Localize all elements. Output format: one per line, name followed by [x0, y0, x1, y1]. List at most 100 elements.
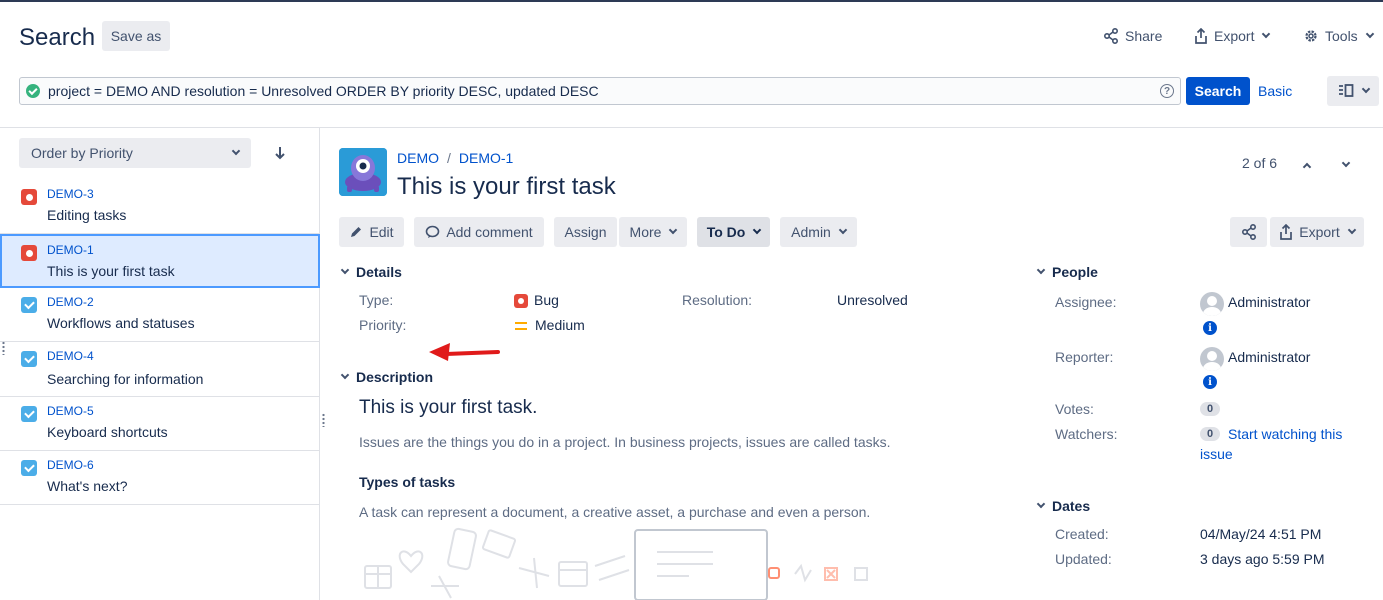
task-icon	[21, 460, 37, 476]
top-border	[0, 0, 1383, 2]
admin-label: Admin	[791, 224, 831, 240]
jql-query-text: project = DEMO AND resolution = Unresolv…	[48, 83, 599, 99]
assignee-value[interactable]: Administrator	[1228, 294, 1310, 310]
watchers-count-badge[interactable]: 0	[1200, 427, 1221, 441]
breadcrumb-issue-key[interactable]: DEMO-1	[459, 150, 513, 166]
start-watching-link-continued[interactable]: issue	[1200, 446, 1233, 462]
panel-resize-handle[interactable]	[322, 413, 325, 427]
type-value: Bug	[514, 292, 559, 309]
created-label: Created:	[1055, 526, 1109, 542]
task-icon	[21, 406, 37, 422]
jql-search-input[interactable]: project = DEMO AND resolution = Unresolv…	[19, 77, 1181, 105]
priority-text: Medium	[535, 317, 585, 333]
breadcrumb: DEMO / DEMO-1	[397, 150, 513, 166]
more-menu-button[interactable]: More	[619, 217, 687, 247]
project-avatar[interactable]	[339, 148, 387, 196]
export-icon	[1195, 28, 1207, 44]
info-icon[interactable]: i	[1203, 375, 1217, 389]
resolution-label: Resolution:	[682, 292, 753, 308]
chevron-down-icon	[1365, 29, 1374, 39]
admin-menu-button[interactable]: Admin	[780, 217, 857, 247]
order-by-select[interactable]: Order by Priority	[19, 138, 251, 168]
layout-switcher-button[interactable]	[1327, 76, 1379, 106]
issue-list-item[interactable]: DEMO-5 Keyboard shortcuts	[0, 397, 320, 451]
breadcrumb-project[interactable]: DEMO	[397, 150, 439, 166]
issue-key: DEMO-5	[47, 404, 94, 418]
details-heading: Details	[356, 264, 402, 280]
next-issue-button[interactable]	[1334, 155, 1354, 175]
start-watching-link[interactable]: Start watching this	[1228, 426, 1342, 442]
share-icon	[1241, 224, 1256, 240]
priority-value: Medium	[515, 317, 585, 333]
issue-key: DEMO-3	[47, 187, 94, 201]
assignee-label: Assignee:	[1055, 294, 1117, 310]
status-transition-button[interactable]: To Do	[697, 217, 770, 247]
issue-summary: Workflows and statuses	[47, 315, 195, 331]
save-as-button[interactable]: Save as	[102, 21, 170, 51]
issue-summary: What's next?	[47, 478, 128, 494]
issue-key: DEMO-1	[47, 243, 94, 257]
detail-view-icon	[1338, 84, 1353, 97]
chevron-down-icon	[1361, 84, 1370, 94]
votes-label: Votes:	[1055, 401, 1094, 417]
more-label: More	[629, 224, 662, 240]
basic-mode-link[interactable]: Basic	[1258, 83, 1292, 99]
export-icon	[1280, 224, 1293, 240]
share-icon	[1103, 28, 1118, 44]
previous-issue-button[interactable]	[1297, 155, 1317, 175]
sort-direction-icon[interactable]	[272, 144, 288, 162]
chevron-down-icon	[1262, 29, 1271, 39]
people-heading: People	[1052, 264, 1098, 280]
description-section-toggle[interactable]: Description	[340, 369, 434, 385]
task-icon	[21, 297, 37, 313]
export-label: Export	[1214, 28, 1255, 44]
issue-key: DEMO-4	[47, 349, 94, 363]
add-comment-button[interactable]: Add comment	[414, 217, 544, 247]
details-section-toggle[interactable]: Details	[340, 264, 402, 280]
created-value: 04/May/24 4:51 PM	[1200, 526, 1322, 542]
search-button[interactable]: Search	[1186, 77, 1250, 105]
issue-list-item[interactable]: DEMO-6 What's next?	[0, 451, 320, 505]
chevron-down-icon	[1036, 499, 1046, 509]
watchers-label: Watchers:	[1055, 426, 1118, 442]
assign-button[interactable]: Assign	[554, 217, 617, 247]
share-button[interactable]: Share	[1103, 28, 1162, 44]
description-heading: Description	[356, 369, 434, 385]
project-avatar-icon	[339, 148, 387, 196]
export-label: Export	[1299, 224, 1340, 240]
issue-list-item[interactable]: DEMO-2 Workflows and statuses	[0, 288, 320, 342]
info-icon[interactable]: i	[1203, 321, 1217, 335]
gear-icon	[1305, 30, 1317, 42]
issue-summary: Searching for information	[47, 371, 204, 387]
tools-menu[interactable]: Tools	[1303, 28, 1374, 44]
edit-label: Edit	[369, 224, 394, 240]
issue-export-button[interactable]: Export	[1270, 217, 1364, 247]
dates-section-toggle[interactable]: Dates	[1036, 498, 1090, 514]
bug-icon	[21, 189, 37, 205]
edit-button[interactable]: Edit	[339, 217, 404, 247]
help-icon[interactable]: ?	[1160, 84, 1174, 98]
people-section-toggle[interactable]: People	[1036, 264, 1098, 280]
issue-list-item[interactable]: DEMO-3 Editing tasks	[0, 180, 320, 234]
reporter-value[interactable]: Administrator	[1228, 349, 1310, 365]
order-by-label: Order by Priority	[31, 145, 133, 161]
issue-key: DEMO-6	[47, 458, 94, 472]
task-icon	[21, 351, 37, 367]
resize-handle[interactable]	[2, 341, 5, 355]
export-menu[interactable]: Export	[1194, 28, 1271, 44]
issue-summary: Editing tasks	[47, 207, 127, 223]
reporter-label: Reporter:	[1055, 349, 1114, 365]
issue-list-item[interactable]: DEMO-4 Searching for information	[0, 342, 320, 397]
valid-query-icon	[26, 84, 40, 98]
issue-list-item-selected[interactable]: DEMO-1 This is your first task	[0, 234, 320, 288]
reporter-avatar	[1200, 347, 1224, 371]
add-comment-label: Add comment	[446, 224, 533, 240]
votes-count-badge[interactable]: 0	[1200, 402, 1221, 416]
comment-icon	[426, 225, 440, 238]
chevron-down-icon	[669, 225, 678, 235]
assignee-avatar	[1200, 292, 1224, 316]
issue-summary: Keyboard shortcuts	[47, 424, 168, 440]
priority-label: Priority:	[359, 317, 407, 333]
share-issue-button[interactable]	[1230, 217, 1267, 247]
share-label: Share	[1125, 28, 1163, 44]
